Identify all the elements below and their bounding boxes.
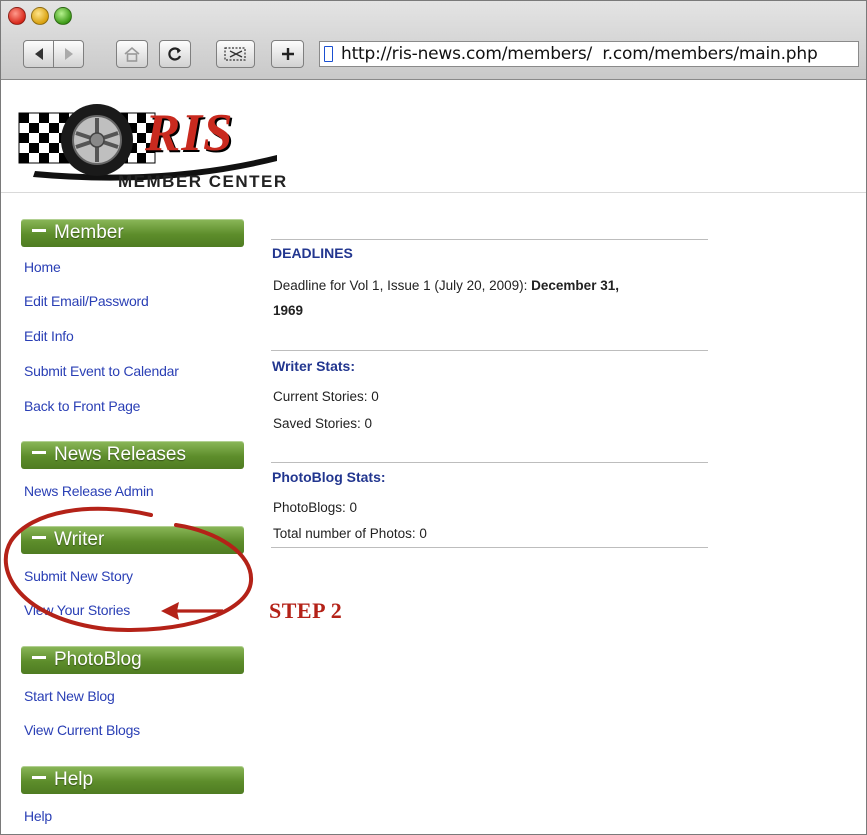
- deadline-label: Deadline for Vol 1, Issue 1 (July 20, 20…: [273, 278, 532, 293]
- section-title: News Releases: [54, 444, 186, 465]
- deadline-year: 1969: [273, 303, 304, 318]
- reload-icon: [168, 47, 182, 61]
- deadline-date: December 31,: [531, 278, 619, 293]
- reload-button[interactable]: [159, 40, 191, 68]
- collapse-icon: [32, 656, 46, 660]
- screenshot-frame: http://ris-news.com/members/ r.com/membe…: [0, 0, 867, 835]
- address-bar[interactable]: http://ris-news.com/members/ r.com/membe…: [319, 41, 859, 67]
- back-button[interactable]: [23, 40, 54, 68]
- step-annotation-circle: [3, 506, 254, 632]
- add-bookmark-button[interactable]: [271, 40, 304, 68]
- close-window-button[interactable]: [8, 7, 26, 25]
- sidebar-link-edit-email-password[interactable]: Edit Email/Password: [24, 293, 149, 309]
- home-icon: [124, 46, 140, 62]
- page-icon: [324, 46, 333, 62]
- sidebar-header-photoblog[interactable]: PhotoBlog: [21, 646, 244, 674]
- snip-button[interactable]: [216, 40, 255, 68]
- plus-icon: [281, 48, 294, 60]
- divider: [271, 547, 708, 548]
- section-title: PhotoBlog: [54, 649, 142, 670]
- sidebar-header-news-releases[interactable]: News Releases: [21, 441, 244, 469]
- collapse-icon: [32, 776, 46, 780]
- collapse-icon: [32, 229, 46, 233]
- saved-stories: Saved Stories: 0: [273, 416, 373, 431]
- sidebar-link-edit-info[interactable]: Edit Info: [24, 328, 74, 344]
- sidebar-link-home[interactable]: Home: [24, 259, 61, 275]
- divider: [271, 350, 708, 351]
- sidebar-link-help[interactable]: Help: [24, 808, 52, 824]
- member-center-title: Member Center: [118, 172, 288, 191]
- current-stories: Current Stories: 0: [273, 389, 379, 404]
- step-label: STEP 2: [269, 598, 343, 623]
- logo-wordmark: RIS: [145, 104, 234, 162]
- browser-toolbar: http://ris-news.com/members/ r.com/membe…: [1, 1, 866, 80]
- sidebar-link-view-current-blogs[interactable]: View Current Blogs: [24, 722, 140, 738]
- home-button[interactable]: [116, 40, 148, 68]
- deadlines-title: DEADLINES: [272, 245, 353, 261]
- divider: [271, 239, 708, 240]
- section-title: Member: [54, 222, 124, 243]
- deadline-text: Deadline for Vol 1, Issue 1 (July 20, 20…: [273, 273, 619, 323]
- sidebar-link-news-release-admin[interactable]: News Release Admin: [24, 483, 154, 499]
- sidebar-header-help[interactable]: Help: [21, 766, 244, 794]
- photoblogs-count: PhotoBlogs: 0: [273, 500, 358, 515]
- clip-icon: [223, 47, 246, 61]
- divider: [271, 462, 708, 463]
- minimize-window-button[interactable]: [31, 7, 49, 25]
- sidebar-link-submit-event[interactable]: Submit Event to Calendar: [24, 363, 179, 379]
- sidebar-header-member[interactable]: Member: [21, 219, 244, 247]
- section-title: Help: [54, 769, 94, 790]
- forward-arrow-icon: [64, 48, 73, 60]
- url-text[interactable]: http://ris-news.com/members/ r.com/membe…: [341, 44, 818, 64]
- photoblog-stats-title: PhotoBlog Stats:: [272, 469, 386, 485]
- forward-button[interactable]: [54, 40, 84, 68]
- sidebar-link-start-new-blog[interactable]: Start New Blog: [24, 688, 115, 704]
- collapse-icon: [32, 451, 46, 455]
- zoom-window-button[interactable]: [54, 7, 72, 25]
- back-arrow-icon: [34, 48, 43, 60]
- sidebar-link-back-to-front-page[interactable]: Back to Front Page: [24, 398, 140, 414]
- writer-stats-title: Writer Stats:: [272, 358, 355, 374]
- total-photos: Total number of Photos: 0: [273, 526, 427, 541]
